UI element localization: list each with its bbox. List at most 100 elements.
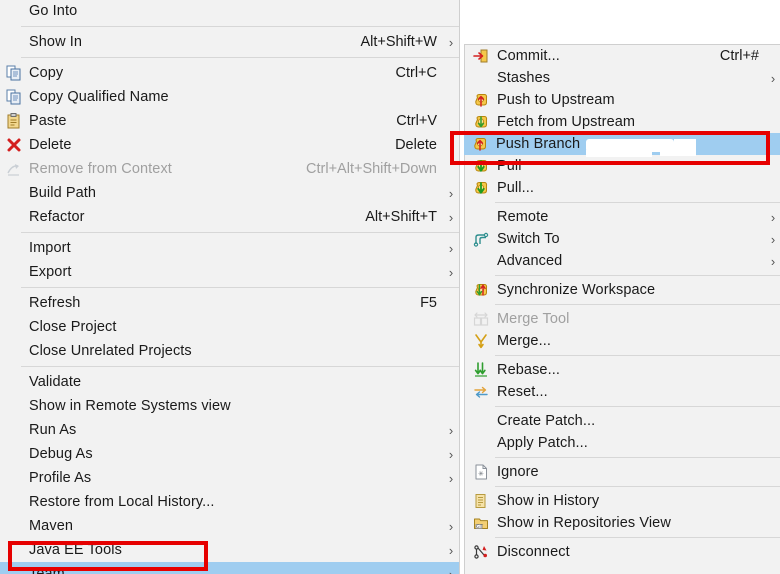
delete-icon [0,133,29,157]
menu-separator [21,287,459,288]
menu-item-switch-to[interactable]: Switch To › [465,228,780,250]
menu-item-export[interactable]: Export › [0,260,459,284]
menu-item-show-in-history[interactable]: Show in History [465,490,780,512]
menu-item-show-in-repositories-view[interactable]: GIT Show in Repositories View [465,512,780,534]
icon-placeholder [0,0,29,23]
menu-item-label: Synchronize Workspace [497,282,656,298]
menu-item-label: Stashes [497,70,551,86]
menu-item-advanced[interactable]: Advanced › [465,250,780,272]
menu-item-pull[interactable]: Pull... [465,177,780,199]
git-pull-icon [465,155,497,177]
git-disconnect-icon [465,541,497,563]
team-submenu[interactable]: Commit... Ctrl+# Stashes › Push to Upstream F… [464,44,780,574]
menu-item-label: Push Branch [496,136,581,152]
menu-item-build-path[interactable]: Build Path › [0,181,459,205]
menu-item-label: Refactor [29,209,85,225]
icon-placeholder [465,250,497,272]
menu-item-show-in-remote-systems-view[interactable]: Show in Remote Systems view [0,394,459,418]
chevron-right-icon: › [448,470,454,486]
menu-item-debug-as[interactable]: Debug As › [0,442,459,466]
menu-item-reset[interactable]: Reset... [465,381,780,403]
menu-separator [21,57,459,58]
git-pull-icon [465,177,497,199]
menu-item-label: Import [29,240,71,256]
menu-item-refactor[interactable]: Refactor Alt+Shift+T › [0,205,459,229]
menu-item-stashes[interactable]: Stashes › [465,67,780,89]
icon-placeholder [0,236,29,260]
menu-item-run-as[interactable]: Run As › [0,418,459,442]
menu-item-validate[interactable]: Validate [0,370,459,394]
icon-placeholder [465,67,497,89]
menu-item-maven[interactable]: Maven › [0,514,459,538]
menu-item-apply-patch[interactable]: Apply Patch... [465,432,780,454]
menu-item-shortcut: Alt+Shift+W [360,34,437,50]
git-branch-icon [465,228,497,250]
menu-item-label: Fetch from Upstream [497,114,636,130]
chevron-right-icon: › [448,446,454,462]
menu-item-merge[interactable]: Merge... [465,330,780,352]
icon-placeholder [0,490,29,514]
icon-placeholder [0,205,29,229]
menu-item-copy[interactable]: Copy Ctrl+C [0,61,459,85]
svg-text:GIT: GIT [476,524,483,529]
menu-separator [495,537,780,538]
menu-item-label: Refresh [29,295,81,311]
menu-item-create-patch[interactable]: Create Patch... [465,410,780,432]
menu-separator [495,486,780,487]
menu-item-close-unrelated-projects[interactable]: Close Unrelated Projects [0,339,459,363]
menu-item-fetch-from-upstream[interactable]: Fetch from Upstream [465,111,780,133]
menu-item-label: Reset... [497,384,548,400]
menu-item-rebase[interactable]: Rebase... [465,359,780,381]
menu-item-close-project[interactable]: Close Project [0,315,459,339]
git-reset-icon [465,381,497,403]
menu-item-label: Show in Repositories View [497,515,671,531]
icon-placeholder [465,206,497,228]
menu-separator [495,304,780,305]
menu-item-java-ee-tools[interactable]: Java EE Tools › [0,538,459,562]
icon-placeholder [0,260,29,284]
menu-item-show-in[interactable]: Show In Alt+Shift+W › [0,30,459,54]
menu-item-remote[interactable]: Remote › [465,206,780,228]
project-context-menu[interactable]: Go Into Show In Alt+Shift+W › Copy Ctrl+C Copy… [0,0,460,574]
menu-item-ignore[interactable]: ✳ Ignore [465,461,780,483]
menu-item-profile-as[interactable]: Profile As › [0,466,459,490]
menu-item-label: Copy [29,65,64,81]
menu-item-shortcut: F5 [420,295,437,311]
menu-item-synchronize-workspace[interactable]: Synchronize Workspace [465,279,780,301]
menu-item-delete[interactable]: Delete Delete [0,133,459,157]
chevron-right-icon: › [448,264,454,280]
menu-item-commit[interactable]: Commit... Ctrl+# [465,45,780,67]
chevron-right-icon: › [448,518,454,534]
menu-item-team[interactable]: Team › [0,562,459,574]
menu-item-pull[interactable]: Pull [465,155,780,177]
menu-item-restore-from-local-history[interactable]: Restore from Local History... [0,490,459,514]
menu-item-shortcut: Delete [395,137,437,153]
chevron-right-icon: › [448,34,454,50]
menu-item-shortcut: Ctrl+C [395,65,438,81]
menu-item-label: Apply Patch... [497,435,588,451]
menu-item-label: Maven [29,518,74,534]
git-sync-icon [465,279,497,301]
git-merge-icon [465,330,497,352]
menu-item-refresh[interactable]: Refresh F5 [0,291,459,315]
menu-separator [495,355,780,356]
menu-item-label: Run As [29,422,77,438]
editor-background [462,0,780,45]
menu-item-push-branch[interactable]: Push Branch [464,133,780,155]
menu-item-label: Commit... [497,48,560,64]
chevron-right-icon: › [770,253,776,269]
chevron-right-icon: › [448,422,454,438]
menu-separator [495,457,780,458]
icon-placeholder [0,30,29,54]
menu-item-copy-qualified-name[interactable]: Copy Qualified Name [0,85,459,109]
copy-qualified-icon [0,85,29,109]
icon-placeholder [465,410,497,432]
menu-item-go-into[interactable]: Go Into [0,0,459,23]
menu-item-paste[interactable]: Paste Ctrl+V [0,109,459,133]
menu-item-push-to-upstream[interactable]: Push to Upstream [465,89,780,111]
menu-item-shortcut: Ctrl+Alt+Shift+Down [306,161,437,177]
menu-item-import[interactable]: Import › [0,236,459,260]
git-commit-icon [465,45,497,67]
icon-placeholder [0,315,29,339]
menu-item-disconnect[interactable]: Disconnect [465,541,780,563]
